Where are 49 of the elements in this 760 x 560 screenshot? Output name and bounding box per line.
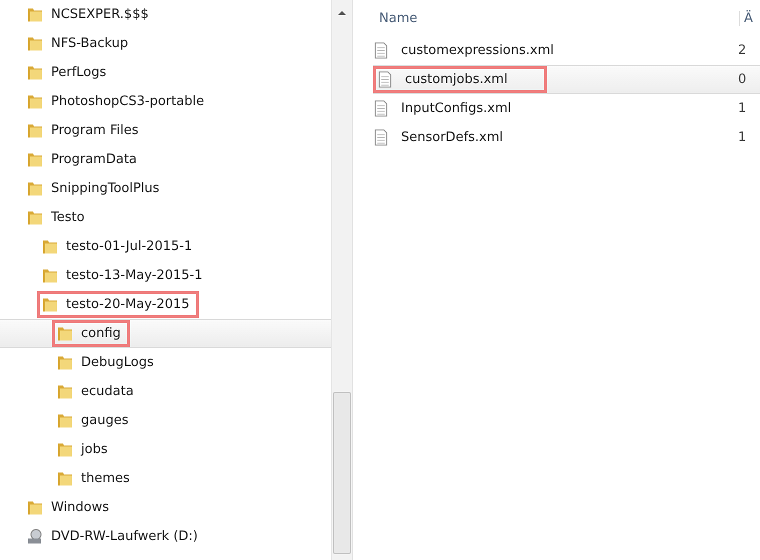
tree-item[interactable]: testo-13-May-2015-1 [0,261,331,290]
folder-icon [27,64,43,81]
tree-item[interactable]: ProgramData [0,145,331,174]
tree-item[interactable]: NCSEXPER.$$$ [0,0,331,29]
file-row[interactable]: InputConfigs.xml 1 [373,94,760,123]
folder-icon [57,441,73,458]
tree-item[interactable]: config [0,319,331,348]
scroll-up-icon[interactable] [338,10,346,16]
tree-item[interactable]: SnippingToolPlus [0,174,331,203]
document-icon [373,129,389,146]
folder-icon [27,499,43,516]
folder-icon [27,6,43,23]
document-icon [373,42,389,59]
folder-icon [42,296,58,313]
folder-icon [42,267,58,284]
folder-icon [57,325,73,342]
document-icon [373,100,389,117]
tree-item[interactable]: DVD-RW-Laufwerk (D:) [0,522,331,551]
tree-item[interactable]: Windows [0,493,331,522]
folder-icon [27,122,43,139]
folder-icon [57,383,73,400]
tree-item[interactable]: themes [0,464,331,493]
tree-item[interactable]: gauges [0,406,331,435]
file-row[interactable]: customjobs.xml 0 [373,65,760,94]
folder-icon [27,35,43,52]
document-icon [377,71,393,88]
folder-icon [27,151,43,168]
folder-icon [57,470,73,487]
column-header[interactable]: Ä [739,10,760,26]
tree-item[interactable]: jobs [0,435,331,464]
folder-icon [27,209,43,226]
drive-icon [27,528,43,545]
tree-item[interactable]: PhotoshopCS3-portable [0,87,331,116]
tree-item[interactable]: Testo [0,203,331,232]
file-row[interactable]: customexpressions.xml 2 [373,36,760,65]
tree-item[interactable]: PerfLogs [0,58,331,87]
tree-item[interactable]: DebugLogs [0,348,331,377]
folder-icon [27,180,43,197]
scrollbar-thumb[interactable] [333,392,351,554]
folder-icon [57,412,73,429]
tree-item[interactable]: Program Files [0,116,331,145]
tree-item[interactable]: testo-01-Jul-2015-1 [0,232,331,261]
tree-item[interactable]: ecudata [0,377,331,406]
column-header[interactable]: Name [373,10,739,26]
file-row[interactable]: SensorDefs.xml 1 [373,123,760,152]
folder-icon [27,93,43,110]
tree-item[interactable]: NFS-Backup [0,29,331,58]
folder-icon [42,238,58,255]
folder-icon [57,354,73,371]
